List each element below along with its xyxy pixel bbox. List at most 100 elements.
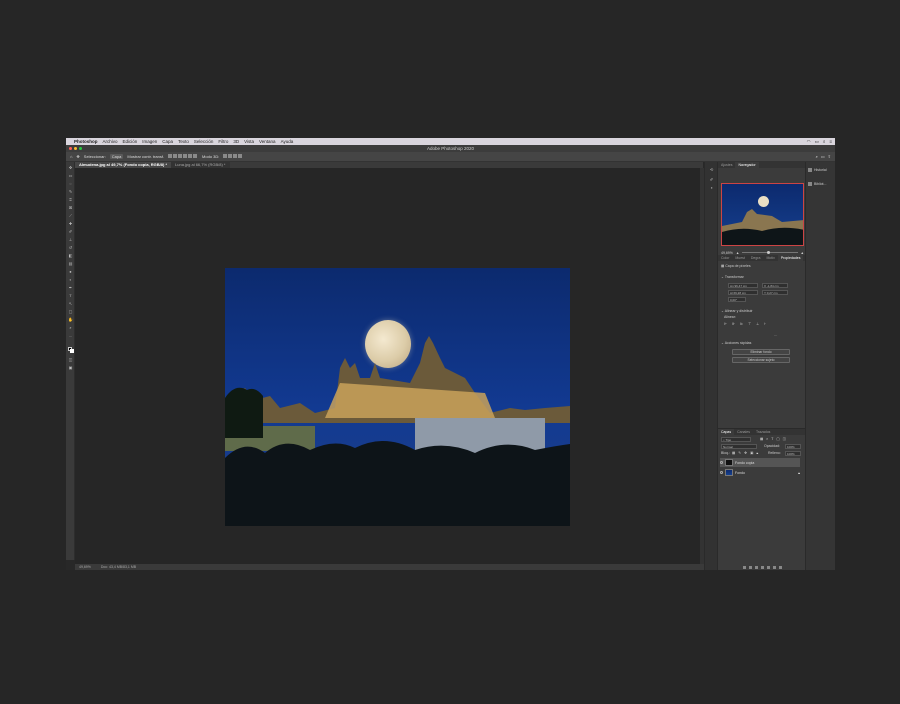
brush-settings-icon[interactable]: ✐: [709, 178, 714, 182]
link-icon[interactable]: [742, 565, 746, 569]
tab-canales[interactable]: Canales: [734, 429, 753, 435]
more-options-icon[interactable]: …: [774, 333, 778, 337]
crop-tool-icon[interactable]: ⌗: [68, 198, 73, 202]
lock-icons[interactable]: ▦ ✎ ✥ ▣ 🔒︎: [732, 451, 759, 455]
layer-row-fondo-copia[interactable]: Fondo copia: [720, 458, 800, 467]
layer-row-fondo[interactable]: Fondo 🔒︎: [720, 468, 800, 477]
history-brush-tool-icon[interactable]: ↺: [68, 246, 73, 250]
menu-icon[interactable]: ≡: [829, 139, 832, 144]
menu-app[interactable]: Photoshop: [74, 139, 98, 144]
zoom-slider[interactable]: [742, 250, 798, 254]
move-tool-icon[interactable]: ✥: [68, 166, 73, 170]
menu-filtro[interactable]: Filtro: [218, 139, 228, 144]
navigator-zoom-value[interactable]: 49,69%: [721, 251, 733, 255]
marquee-tool-icon[interactable]: ▭: [68, 174, 73, 178]
quick-select-tool-icon[interactable]: ✎: [68, 190, 73, 194]
history-panel-button[interactable]: Historial: [808, 168, 827, 172]
adjust-icon[interactable]: ◑: [709, 186, 714, 190]
layer-kind-filter[interactable]: ⌕ Tipo: [721, 437, 751, 442]
share-icon[interactable]: ⇪: [828, 154, 831, 159]
menu-vista[interactable]: Vista: [244, 139, 254, 144]
document-canvas[interactable]: [75, 168, 700, 564]
remove-background-button[interactable]: Eliminar fondo: [732, 349, 790, 355]
history-icon[interactable]: ⟲: [709, 168, 714, 172]
folder-icon[interactable]: [766, 565, 770, 569]
width-field[interactable]: An 96,47 cm: [728, 283, 758, 288]
eraser-tool-icon[interactable]: ◧: [68, 254, 73, 258]
align-icons[interactable]: [168, 154, 198, 159]
maximize-icon[interactable]: [79, 147, 82, 150]
menu-texto[interactable]: Texto: [178, 139, 189, 144]
workspace-icon[interactable]: ▭: [821, 154, 825, 159]
tab-motivos[interactable]: Motiv: [763, 255, 777, 261]
lasso-tool-icon[interactable]: ◌: [68, 182, 73, 186]
menu-3d[interactable]: 3D: [233, 139, 239, 144]
navigator-thumbnail[interactable]: [721, 183, 804, 246]
tab-muestras[interactable]: Muest: [732, 255, 748, 261]
blur-tool-icon[interactable]: ●: [68, 270, 73, 274]
align-icons[interactable]: ⊩ ⊪ ⊫ ⊤ ⊥ ⊦: [724, 322, 768, 326]
menu-capa[interactable]: Capa: [162, 139, 173, 144]
quick-actions-title[interactable]: ⌄ Acciones rápidas: [721, 341, 751, 345]
adjustment-icon[interactable]: [760, 565, 764, 569]
stamp-tool-icon[interactable]: ⊥: [68, 238, 73, 242]
x-field[interactable]: X -1,84 cm: [762, 283, 788, 288]
menu-ventana[interactable]: Ventana: [259, 139, 276, 144]
opacity-field[interactable]: 100%: [785, 444, 801, 449]
blend-mode-dropdown[interactable]: Normal: [721, 444, 757, 449]
brush-tool-icon[interactable]: ✐: [68, 230, 73, 234]
search-icon[interactable]: ⌕: [823, 139, 826, 144]
photo-cathedral-moon[interactable]: [225, 268, 570, 526]
zoom-in-icon[interactable]: ▲: [801, 251, 804, 255]
path-select-tool-icon[interactable]: ↖: [68, 302, 73, 306]
layer-filter-icons[interactable]: ▦ ◐ T ▢ ◫: [760, 437, 787, 441]
gradient-tool-icon[interactable]: ▤: [68, 262, 73, 266]
close-icon[interactable]: [69, 147, 72, 150]
y-field[interactable]: Y 0,27 cm: [762, 290, 788, 295]
tab-degradados[interactable]: Degra: [748, 255, 764, 261]
zoom-slider-handle[interactable]: [767, 250, 771, 254]
menu-ayuda[interactable]: Ayuda: [281, 139, 294, 144]
search-icon[interactable]: ⌕: [816, 154, 818, 159]
status-zoom[interactable]: 49,69%: [79, 564, 91, 570]
height-field[interactable]: Al 69,28 cm: [728, 290, 758, 295]
libraries-panel-button[interactable]: Bibliot...: [808, 182, 826, 186]
quick-mask-icon[interactable]: ◫: [68, 358, 73, 362]
transform-section-title[interactable]: ⌄ Transformar: [721, 275, 744, 279]
select-subject-button[interactable]: Seleccionar sujeto: [732, 357, 790, 363]
hand-tool-icon[interactable]: ✋: [68, 318, 73, 322]
eye-icon[interactable]: [720, 461, 723, 464]
home-icon[interactable]: ⌂: [70, 154, 72, 159]
tab-color[interactable]: Color: [718, 255, 732, 261]
dodge-tool-icon[interactable]: ◐: [68, 278, 73, 282]
move-tool-icon[interactable]: ✥: [76, 154, 79, 159]
frame-tool-icon[interactable]: ⊠: [68, 206, 73, 210]
transform-controls-label[interactable]: Mostrar contr. transf.: [127, 154, 164, 159]
tab-propiedades[interactable]: Propiedades: [777, 255, 804, 261]
battery-icon[interactable]: ▭: [815, 139, 819, 145]
tab-ajustes[interactable]: Ajustes: [718, 162, 735, 168]
new-layer-icon[interactable]: [772, 565, 776, 569]
zoom-tool-icon[interactable]: ⌕: [68, 326, 73, 330]
healing-tool-icon[interactable]: ✚: [68, 222, 73, 226]
fx-icon[interactable]: [748, 565, 752, 569]
align-section-title[interactable]: ⌄ Alinear y distribuir: [721, 309, 753, 313]
more-tools-icon[interactable]: …: [68, 334, 73, 338]
pen-tool-icon[interactable]: ✒: [68, 286, 73, 290]
eye-icon[interactable]: [720, 471, 723, 474]
trash-icon[interactable]: [778, 565, 782, 569]
menu-edicion[interactable]: Edición: [123, 139, 138, 144]
minimize-icon[interactable]: [74, 147, 77, 150]
mode-3d-icons[interactable]: [223, 154, 243, 159]
menu-archivo[interactable]: Archivo: [103, 139, 118, 144]
zoom-out-icon[interactable]: ▲: [736, 251, 739, 255]
eyedropper-tool-icon[interactable]: ⟋: [68, 214, 73, 218]
angle-field[interactable]: 0,00°: [728, 297, 746, 302]
auto-select-dropdown[interactable]: Capa: [109, 154, 124, 159]
wifi-icon[interactable]: ◠: [807, 139, 811, 145]
shape-tool-icon[interactable]: ▢: [68, 310, 73, 314]
menu-seleccion[interactable]: Selección: [194, 139, 214, 144]
type-tool-icon[interactable]: T: [68, 294, 73, 298]
tab-capas[interactable]: Capas: [718, 429, 735, 435]
menu-imagen[interactable]: Imagen: [142, 139, 157, 144]
